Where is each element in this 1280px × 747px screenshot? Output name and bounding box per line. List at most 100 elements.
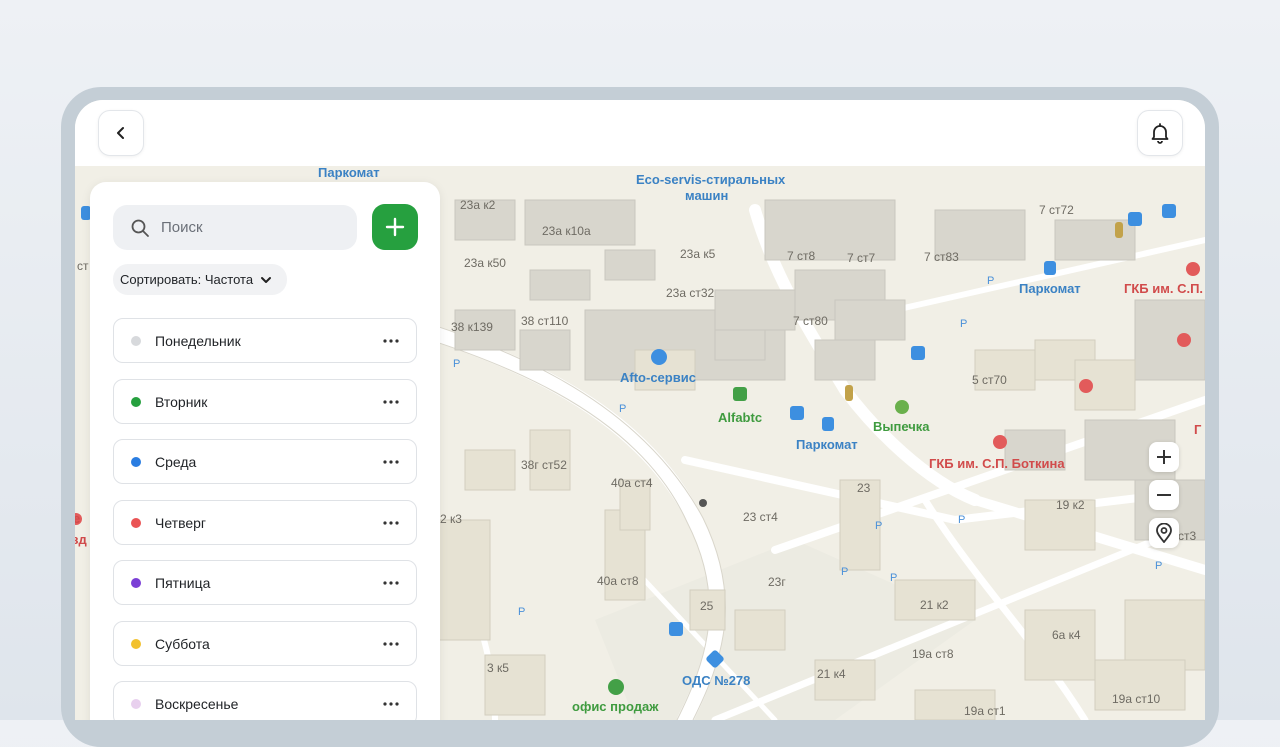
parking-label: P bbox=[841, 566, 848, 578]
top-bar bbox=[75, 100, 1205, 166]
building-label: 23г bbox=[768, 575, 786, 589]
search-box[interactable] bbox=[113, 205, 357, 250]
bus-stop-icon[interactable] bbox=[911, 346, 925, 360]
building-label: 40а ст4 bbox=[611, 476, 653, 490]
poi-label-hospital[interactable]: ГКБ им. С.П. bbox=[1124, 281, 1203, 296]
building-label: ст bbox=[77, 259, 89, 273]
more-horizontal-icon bbox=[383, 520, 399, 525]
more-horizontal-icon bbox=[383, 399, 399, 404]
building-label: 25 bbox=[700, 599, 714, 613]
minus-icon bbox=[1157, 494, 1171, 496]
building-label: 38г ст52 bbox=[521, 458, 567, 472]
building-label: 38 ст110 bbox=[521, 314, 569, 328]
poi-label-afto-servis[interactable]: Afto-сервис bbox=[620, 370, 696, 385]
notifications-button[interactable] bbox=[1137, 110, 1183, 156]
more-options-button[interactable] bbox=[377, 513, 405, 533]
poi-label-alfabtc[interactable]: Alfabtc bbox=[718, 410, 762, 425]
poi-label-vypechka[interactable]: Выпечка bbox=[873, 419, 930, 434]
traffic-light-icon bbox=[845, 385, 853, 401]
sales-office-icon[interactable] bbox=[608, 679, 624, 695]
day-item[interactable]: Четверг bbox=[113, 500, 417, 545]
day-item[interactable]: Пятница bbox=[113, 560, 417, 605]
day-item[interactable]: Воскресенье bbox=[113, 681, 417, 720]
search-input[interactable] bbox=[159, 218, 343, 237]
more-options-button[interactable] bbox=[377, 331, 405, 351]
more-options-button[interactable] bbox=[377, 392, 405, 412]
sort-dropdown[interactable]: Сортировать: Частота bbox=[113, 264, 288, 295]
more-options-button[interactable] bbox=[377, 634, 405, 654]
poi-label-eco-servis[interactable]: машин bbox=[685, 188, 728, 203]
building-label: 6а к4 bbox=[1052, 628, 1081, 642]
plus-icon bbox=[385, 217, 405, 237]
schedule-panel: Сортировать: Частота Понедельник Вторник С… bbox=[90, 182, 440, 720]
bus-stop-icon[interactable] bbox=[669, 622, 683, 636]
poi-label-cut: е bbox=[75, 511, 80, 526]
poi-label-parkomat[interactable]: Паркомат bbox=[318, 166, 380, 180]
day-label: Пятница bbox=[155, 574, 211, 591]
day-color-dot bbox=[131, 698, 141, 709]
zoom-out-button[interactable] bbox=[1149, 480, 1179, 510]
more-options-button[interactable] bbox=[377, 573, 405, 593]
building-label: 21 к2 bbox=[920, 598, 949, 612]
poi-label-parkomat[interactable]: Паркомат bbox=[796, 437, 858, 452]
bakery-icon[interactable] bbox=[895, 400, 909, 414]
poi-label-hospital[interactable]: ГКБ им. С.П. Боткина bbox=[929, 456, 1065, 471]
day-label: Четверг bbox=[155, 514, 207, 531]
more-horizontal-icon bbox=[383, 459, 399, 464]
parking-label: P bbox=[453, 358, 460, 370]
day-item[interactable]: Среда bbox=[113, 439, 417, 484]
building-label: 21 к4 bbox=[817, 667, 846, 681]
poi-label-ods[interactable]: ОДС №278 bbox=[682, 673, 750, 688]
building-label: 23 bbox=[857, 481, 871, 495]
parking-label: P bbox=[619, 403, 626, 415]
building-label: 19 к2 bbox=[1056, 498, 1085, 512]
bus-stop-icon[interactable] bbox=[1162, 204, 1176, 218]
more-options-button[interactable] bbox=[377, 694, 405, 714]
building-label: 23 ст4 bbox=[743, 510, 778, 524]
more-horizontal-icon bbox=[383, 641, 399, 646]
hospital-icon[interactable] bbox=[993, 435, 1007, 449]
day-item[interactable]: Суббота bbox=[113, 621, 417, 666]
poi-label-cut: Г bbox=[1194, 422, 1202, 437]
day-color-dot bbox=[131, 638, 141, 649]
more-options-button[interactable] bbox=[377, 452, 405, 472]
building-label: 23а к5 bbox=[680, 247, 716, 261]
hospital-icon[interactable] bbox=[1186, 262, 1200, 276]
building-label: 23а к10а bbox=[542, 224, 591, 238]
day-item[interactable]: Вторник bbox=[113, 379, 417, 424]
zoom-in-button[interactable] bbox=[1149, 442, 1179, 472]
hospital-icon[interactable] bbox=[1079, 379, 1093, 393]
building-label: 23а ст32 bbox=[666, 286, 715, 300]
hospital-icon[interactable] bbox=[1177, 333, 1191, 347]
back-button[interactable] bbox=[98, 110, 144, 156]
parking-label: P bbox=[958, 514, 965, 526]
poi-label-cut: зд bbox=[75, 532, 87, 547]
building-label: 23а к2 bbox=[460, 198, 496, 212]
shop-icon[interactable] bbox=[733, 387, 747, 401]
day-item[interactable]: Понедельник bbox=[113, 318, 417, 363]
parking-meter-icon[interactable] bbox=[1044, 261, 1056, 275]
car-service-icon[interactable] bbox=[651, 349, 667, 365]
poi-label-sales-office[interactable]: офис продаж bbox=[572, 699, 659, 714]
day-color-dot bbox=[131, 517, 141, 528]
poi-label-parkomat[interactable]: Паркомат bbox=[1019, 281, 1081, 296]
building-label: 38 к139 bbox=[451, 320, 493, 334]
my-location-button[interactable] bbox=[1149, 518, 1179, 548]
parking-meter-icon[interactable] bbox=[822, 417, 834, 431]
traffic-light-icon bbox=[1115, 222, 1123, 238]
bus-stop-icon[interactable] bbox=[1128, 212, 1142, 226]
bell-icon bbox=[1151, 123, 1169, 144]
poi-label-eco-servis[interactable]: Eco-servis-стиральных bbox=[636, 172, 786, 187]
building-label: 7 ст7 bbox=[847, 251, 876, 265]
pedestrian-icon bbox=[699, 499, 707, 507]
parking-label: P bbox=[890, 572, 897, 584]
parking-label: P bbox=[960, 318, 967, 330]
parking-label: P bbox=[875, 520, 882, 532]
add-button[interactable] bbox=[372, 204, 418, 250]
day-color-dot bbox=[131, 456, 141, 467]
chevron-left-icon bbox=[117, 127, 124, 139]
parking-label: P bbox=[518, 606, 525, 618]
building-label: 23а к50 bbox=[464, 256, 506, 270]
more-horizontal-icon bbox=[383, 338, 399, 343]
parking-meter-icon[interactable] bbox=[790, 406, 804, 420]
